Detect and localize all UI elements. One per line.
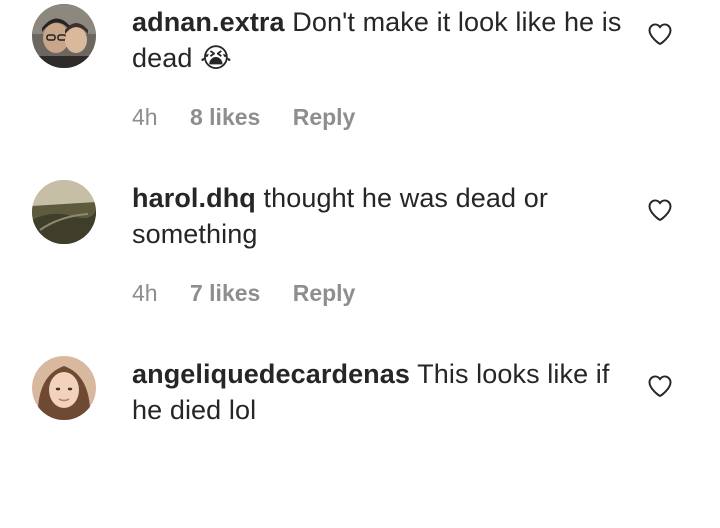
comment-text-block: harol.dhq thought he was dead or somethi… bbox=[132, 180, 622, 252]
comment-meta: 4h 7 likes Reply bbox=[132, 277, 381, 309]
heart-outline-icon[interactable] bbox=[646, 20, 674, 48]
comment-timestamp: 4h bbox=[132, 280, 158, 306]
reply-button[interactable]: Reply bbox=[293, 280, 356, 306]
comment-timestamp: 4h bbox=[132, 104, 158, 130]
comment-username[interactable]: angeliquedecardenas bbox=[132, 359, 410, 389]
reply-button[interactable]: Reply bbox=[293, 104, 356, 130]
comment-likes-count[interactable]: 7 likes bbox=[190, 280, 260, 306]
heart-outline-icon[interactable] bbox=[646, 196, 674, 224]
avatar[interactable] bbox=[32, 4, 96, 68]
heart-outline-icon[interactable] bbox=[646, 372, 674, 400]
comment-username[interactable]: harol.dhq bbox=[132, 183, 256, 213]
avatar[interactable] bbox=[32, 356, 96, 420]
comment-text-block: angeliquedecardenas This looks like if h… bbox=[132, 356, 622, 428]
comment-likes-count[interactable]: 8 likes bbox=[190, 104, 260, 130]
comment-meta: 4h 8 likes Reply bbox=[132, 101, 381, 133]
comment-item: harol.dhq thought he was dead or somethi… bbox=[0, 176, 720, 352]
comment-username[interactable]: adnan.extra bbox=[132, 7, 285, 37]
comment-item: angeliquedecardenas This looks like if h… bbox=[0, 352, 720, 528]
comment-text-block: adnan.extra Don't make it look like he i… bbox=[132, 4, 622, 76]
avatar[interactable] bbox=[32, 180, 96, 244]
comment-item: adnan.extra Don't make it look like he i… bbox=[0, 0, 720, 176]
